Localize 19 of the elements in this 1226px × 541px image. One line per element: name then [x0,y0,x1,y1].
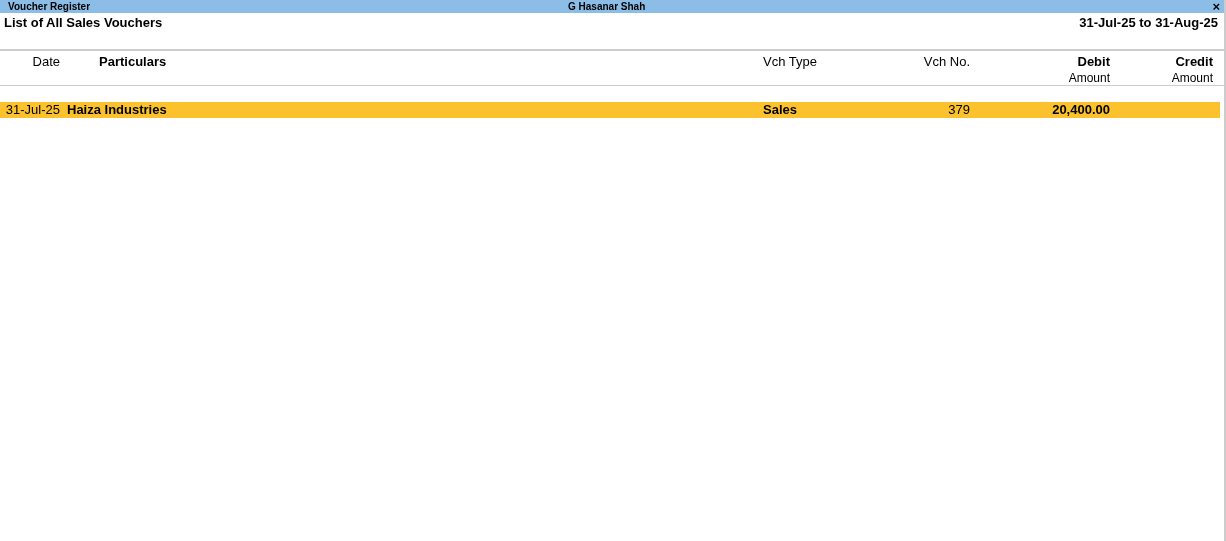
column-header: Particulars [99,53,168,70]
column-header: Vch Type [763,53,818,70]
column-header: Amount [1171,70,1213,87]
column-header: Debit [1077,53,1110,70]
column-header: Amount [1068,70,1110,87]
table-cell: Sales [763,102,797,117]
table-cell: 20,400.00 [1052,102,1110,117]
close-button[interactable]: × [1208,0,1224,13]
column-header: Credit [1175,53,1213,70]
table-cell: Haiza Industries [67,102,167,117]
table-row[interactable]: 31-Jul-25 Haiza Industries Sales 379 20,400.00 [0,102,1220,118]
column-header: Vch No. [923,53,970,70]
window-title: Voucher Register [8,0,92,13]
table-cell: 31-Jul-25 [5,102,60,117]
report-title: List of All Sales Vouchers [4,15,163,32]
table-cell: 379 [948,102,970,117]
column-header: Date [32,53,60,70]
report-period: 31-Jul-25 to 31-Aug-25 [1079,15,1218,32]
company-name: G Hasanar Shah [568,0,647,13]
